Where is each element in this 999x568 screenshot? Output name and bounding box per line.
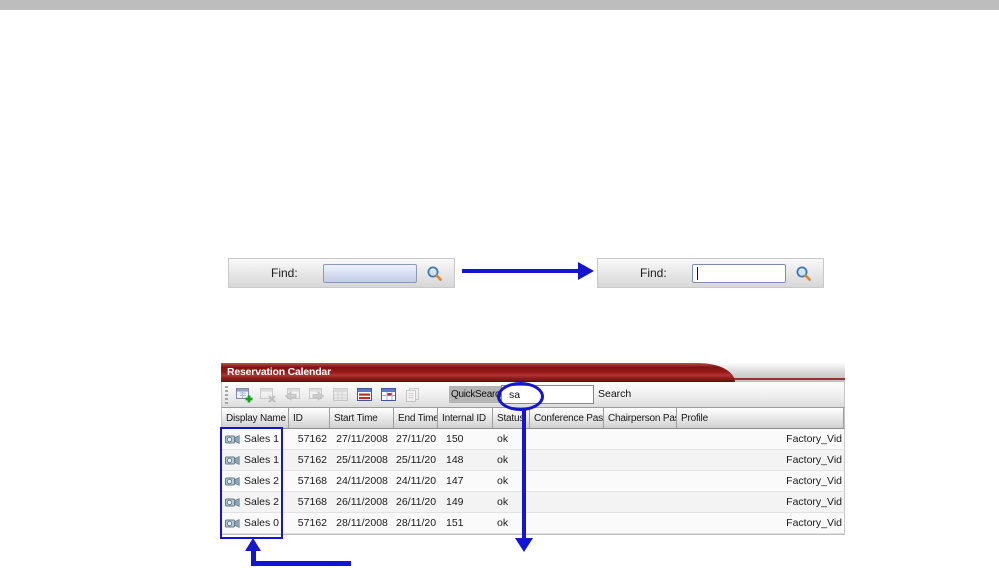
cell-end-time: 25/11/20 bbox=[394, 454, 438, 466]
arrow-head bbox=[578, 262, 594, 280]
column-header-display-name[interactable]: Display Name bbox=[222, 408, 289, 428]
previous-icon bbox=[283, 386, 302, 404]
week-view-icon bbox=[355, 386, 374, 404]
find-input[interactable] bbox=[323, 264, 417, 283]
month-view-icon bbox=[331, 386, 350, 404]
cell-id: 57162 bbox=[289, 454, 330, 466]
cell-internal-id: 150 bbox=[438, 433, 493, 445]
table-header: Display Name ID Start Time End Time Inte… bbox=[221, 408, 845, 429]
cell-internal-id: 148 bbox=[438, 454, 493, 466]
properties-button[interactable] bbox=[400, 384, 424, 406]
cell-start-time: 24/11/2008 bbox=[330, 475, 394, 487]
top-window-bar bbox=[0, 0, 999, 10]
toolbar-grip[interactable] bbox=[225, 386, 228, 404]
cell-internal-id: 149 bbox=[438, 496, 493, 508]
column-header-conference-pass[interactable]: Conference Pass bbox=[530, 408, 604, 428]
column-header-chairperson-pass[interactable]: Chairperson Pas bbox=[604, 408, 677, 428]
find-label: Find: bbox=[640, 266, 667, 280]
page: Find: Find: bbox=[0, 0, 999, 568]
annotation-display-name-box bbox=[220, 427, 283, 539]
title-underline bbox=[221, 378, 845, 380]
column-header-end-time[interactable]: End Time bbox=[394, 408, 438, 428]
next-button[interactable] bbox=[304, 384, 328, 406]
delete-reservation-button[interactable] bbox=[256, 384, 280, 406]
table-row[interactable]: Sales 2 57168 26/11/2008 26/11/20 149 ok… bbox=[221, 492, 845, 513]
column-header-internal-id[interactable]: Internal ID bbox=[438, 408, 493, 428]
cell-profile: Factory_Vid bbox=[677, 496, 844, 508]
cell-internal-id: 147 bbox=[438, 475, 493, 487]
cell-start-time: 25/11/2008 bbox=[330, 454, 394, 466]
annotation-up-arrow-base-line bbox=[251, 561, 351, 566]
cell-profile: Factory_Vid bbox=[677, 433, 844, 445]
find-toolbar-before: Find: bbox=[228, 258, 455, 288]
table-row[interactable]: Sales 0 57162 28/11/2008 28/11/20 151 ok… bbox=[221, 513, 845, 534]
cell-start-time: 27/11/2008 bbox=[330, 433, 394, 445]
table-row[interactable]: Sales 1 57162 27/11/2008 27/11/20 150 ok… bbox=[221, 429, 845, 450]
cell-end-time: 28/11/20 bbox=[394, 517, 438, 529]
find-toolbar-after: Find: bbox=[597, 258, 824, 288]
arrow-shaft bbox=[462, 269, 580, 273]
text-caret bbox=[697, 267, 698, 280]
search-magnifier-icon[interactable] bbox=[426, 265, 443, 282]
annotation-down-arrow-line bbox=[522, 409, 526, 538]
cell-end-time: 24/11/20 bbox=[394, 475, 438, 487]
day-view-button[interactable] bbox=[376, 384, 400, 406]
cell-start-time: 26/11/2008 bbox=[330, 496, 394, 508]
properties-icon bbox=[403, 386, 422, 404]
table-body: Sales 1 57162 27/11/2008 27/11/20 150 ok… bbox=[221, 429, 845, 535]
cell-id: 57162 bbox=[289, 517, 330, 529]
annotation-down-arrow-head bbox=[515, 538, 533, 552]
panel-title: Reservation Calendar bbox=[227, 366, 331, 378]
cell-end-time: 27/11/20 bbox=[394, 433, 438, 445]
cell-profile: Factory_Vid bbox=[677, 475, 844, 487]
cell-id: 57162 bbox=[289, 433, 330, 445]
cell-profile: Factory_Vid bbox=[677, 454, 844, 466]
delete-reservation-icon bbox=[259, 386, 278, 404]
previous-button[interactable] bbox=[280, 384, 304, 406]
column-header-profile[interactable]: Profile bbox=[677, 408, 844, 428]
annotation-transition-arrow bbox=[462, 262, 594, 280]
column-header-id[interactable]: ID bbox=[289, 408, 330, 428]
cell-id: 57168 bbox=[289, 496, 330, 508]
cell-internal-id: 151 bbox=[438, 517, 493, 529]
month-view-button[interactable] bbox=[328, 384, 352, 406]
search-magnifier-icon[interactable] bbox=[795, 265, 812, 282]
panel-title-bar: Reservation Calendar bbox=[221, 363, 845, 382]
cell-start-time: 28/11/2008 bbox=[330, 517, 394, 529]
find-label: Find: bbox=[271, 266, 298, 280]
add-reservation-icon bbox=[235, 386, 254, 404]
cell-end-time: 26/11/20 bbox=[394, 496, 438, 508]
cell-profile: Factory_Vid bbox=[677, 517, 844, 529]
column-header-start-time[interactable]: Start Time bbox=[330, 408, 394, 428]
cell-id: 57168 bbox=[289, 475, 330, 487]
table-row[interactable]: Sales 1 57162 25/11/2008 25/11/20 148 ok… bbox=[221, 450, 845, 471]
find-input-focused[interactable] bbox=[692, 264, 786, 283]
week-view-button[interactable] bbox=[352, 384, 376, 406]
day-view-icon bbox=[379, 386, 398, 404]
next-icon bbox=[307, 386, 326, 404]
search-button[interactable]: Search bbox=[598, 388, 631, 400]
add-reservation-button[interactable] bbox=[232, 384, 256, 406]
table-row[interactable]: Sales 2 57168 24/11/2008 24/11/20 147 ok… bbox=[221, 471, 845, 492]
annotation-quicksearch-circle bbox=[497, 382, 544, 411]
